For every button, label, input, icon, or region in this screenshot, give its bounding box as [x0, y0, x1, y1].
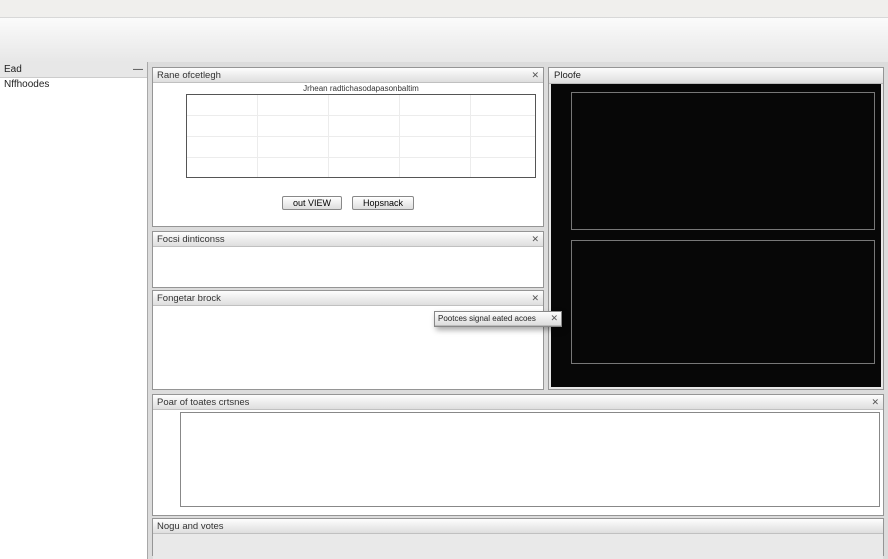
waveform-panel-titlebar: Rane ofcetlegh ✕ — [153, 68, 543, 83]
signal-panel-title: Poar of toates crtsnes — [157, 397, 249, 408]
scope-toolbar: Ploofe — [549, 68, 883, 84]
scope-top-y-axis — [553, 92, 569, 228]
controls-panel-title: Nogu and votes — [157, 521, 224, 532]
collapse-icon[interactable]: — — [133, 64, 143, 75]
scope-plot-area — [551, 84, 881, 387]
shortcuts-panel: Focsi dinticonss ✕ — [152, 231, 544, 288]
main-toolbar — [0, 18, 888, 63]
hopsnack-button[interactable]: Hopsnack — [352, 196, 414, 210]
close-icon[interactable]: ✕ — [531, 70, 539, 81]
sidebar-title: Ead — [4, 64, 22, 75]
controls-row — [153, 534, 883, 559]
tools-panel-titlebar: Fongetar brock ✕ — [153, 291, 543, 306]
waveform-chart-title: Jrhean radtichasodapasonbaltim — [187, 84, 535, 93]
shortcuts-panel-title: Focsi dinticonss — [157, 234, 225, 245]
waveform-panel: Rane ofcetlegh ✕ Jrhean radtichasodapaso… — [152, 67, 544, 227]
scope-x-axis — [571, 374, 875, 384]
menu-bar — [0, 0, 888, 18]
scope-bottom-plot[interactable] — [571, 240, 875, 364]
controls-panel: Nogu and votes — [152, 518, 884, 556]
signal-plot[interactable] — [180, 412, 880, 507]
close-icon[interactable]: ✕ — [531, 234, 539, 245]
sidebar: Ead — Nffhoodes — [0, 62, 148, 559]
shortcuts-panel-titlebar: Focsi dinticonss ✕ — [153, 232, 543, 247]
application-window: Ead — Nffhoodes Rane ofcetlegh ✕ Jrhean … — [0, 0, 888, 559]
tools-panel-title: Fongetar brock — [157, 293, 221, 304]
scope-panel: Ploofe — [548, 67, 884, 390]
controls-panel-titlebar: Nogu and votes — [153, 519, 883, 534]
out-view-button[interactable]: out VIEW — [282, 196, 342, 210]
waveform-y-axis — [157, 94, 186, 178]
sidebar-list-header[interactable]: Nffhoodes — [0, 78, 147, 94]
signal-panel: Poar of toates crtsnes ✕ — [152, 394, 884, 516]
signal-y-axis — [155, 412, 180, 507]
signal-panel-titlebar: Poar of toates crtsnes ✕ — [153, 395, 883, 410]
context-menu-titlebar: Pootces signal eated acoes ✕ — [435, 312, 561, 326]
waveform-panel-title: Rane ofcetlegh — [157, 70, 221, 81]
scope-panel-title: Ploofe — [554, 70, 581, 81]
context-menu-title: Pootces signal eated acoes — [438, 314, 536, 323]
close-icon[interactable]: ✕ — [871, 397, 879, 408]
waveform-chart: Jrhean radtichasodapasonbaltim — [157, 84, 539, 190]
shortcut-icons-row — [153, 247, 543, 252]
close-icon[interactable]: ✕ — [550, 313, 558, 324]
context-menu: Pootces signal eated acoes ✕ — [434, 311, 562, 327]
waveform-x-axis — [186, 180, 536, 190]
close-icon[interactable]: ✕ — [531, 293, 539, 304]
tools-panel: Fongetar brock ✕ — [152, 290, 544, 390]
sidebar-header: Ead — — [0, 62, 147, 78]
scope-top-plot[interactable] — [571, 92, 875, 230]
waveform-buttons: out VIEW Hopsnack — [153, 191, 543, 215]
signal-chart — [155, 410, 881, 513]
waveform-plot[interactable] — [186, 94, 536, 178]
scope-bottom-y-axis — [553, 240, 569, 362]
